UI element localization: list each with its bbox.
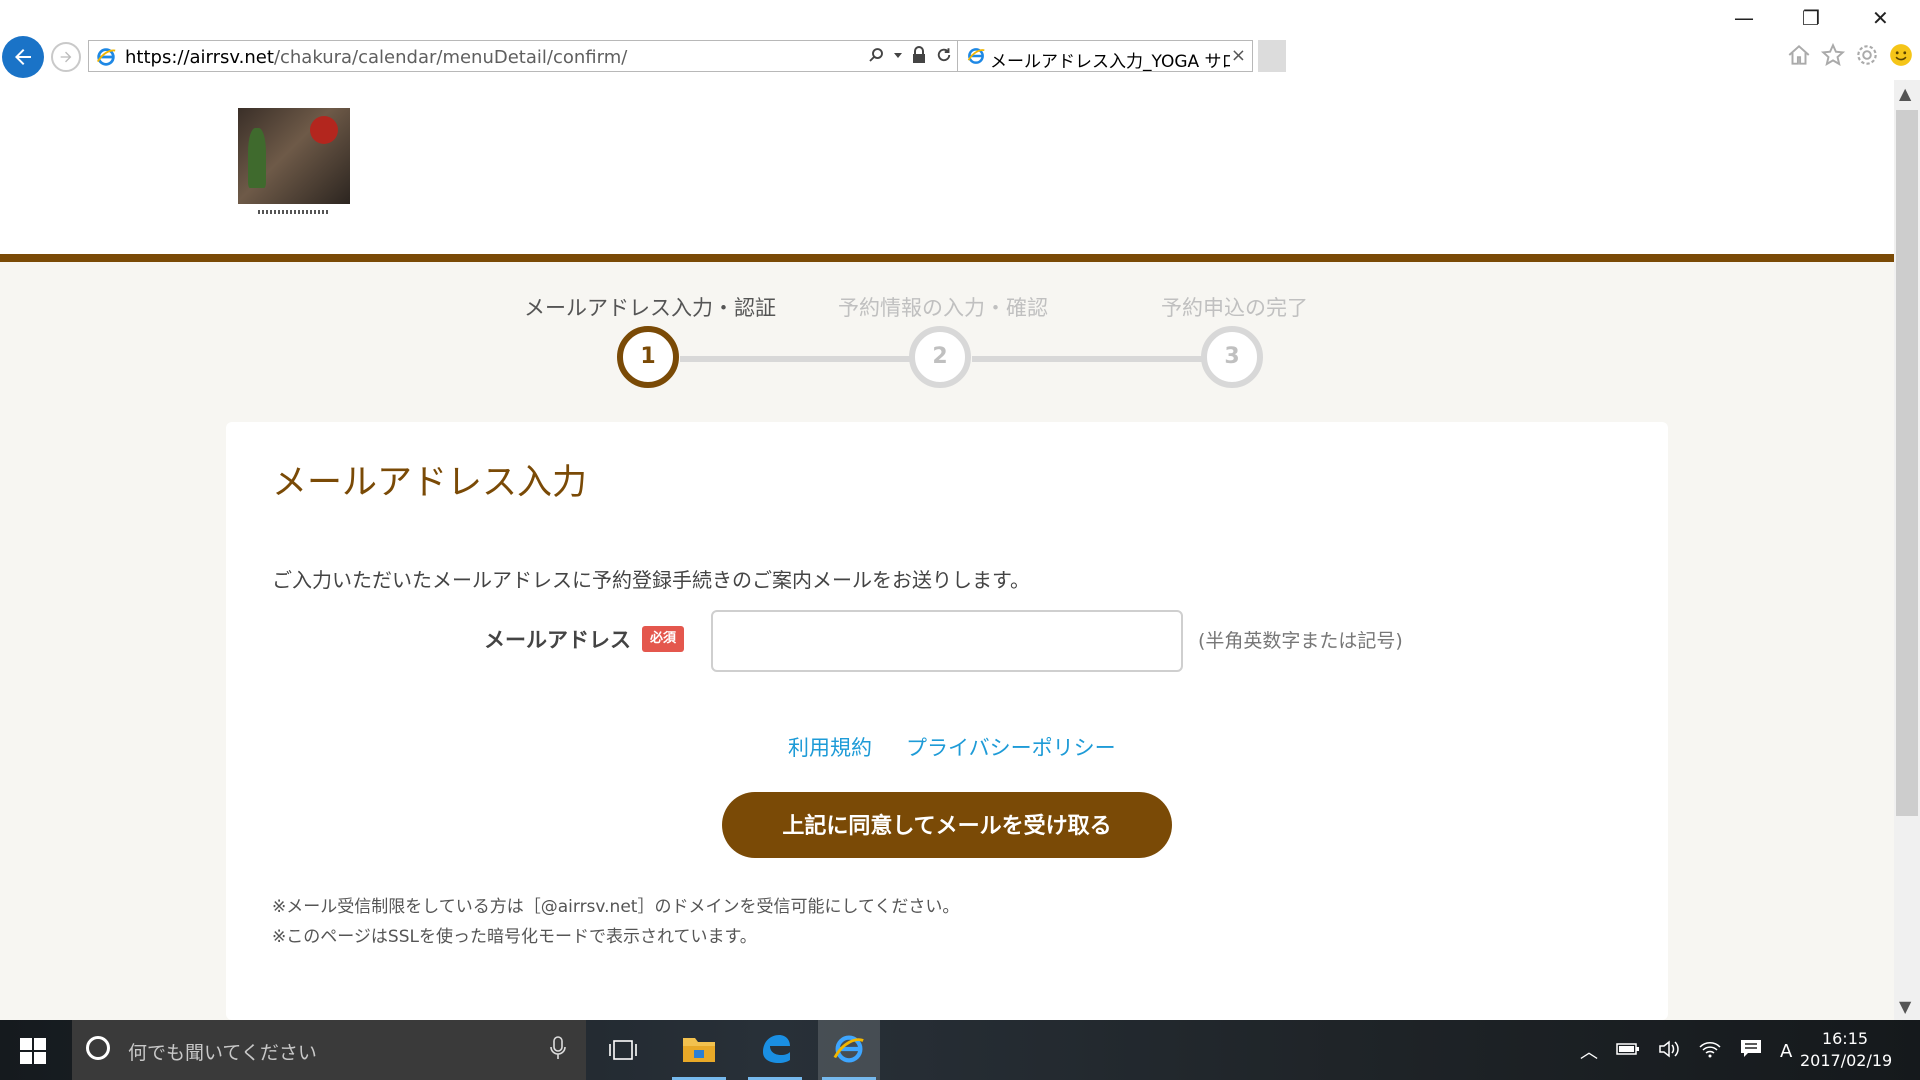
cortana-icon: [86, 1036, 110, 1060]
email-hint: (半角英数字または記号): [1198, 630, 1403, 652]
salon-logo[interactable]: [238, 108, 350, 204]
scroll-thumb[interactable]: [1896, 110, 1918, 816]
lock-icon[interactable]: [911, 46, 927, 64]
step-2-label: 予約情報の入力・確認: [838, 296, 1048, 320]
email-label: メールアドレス: [484, 628, 631, 652]
step-connector: [972, 356, 1234, 362]
intro-text: ご入力いただいたメールアドレスに予約登録手続きのご案内メールをお送りします。: [272, 568, 1030, 592]
cortana-search-box[interactable]: 何でも聞いてください: [72, 1020, 586, 1080]
clock-time: 16:15: [1821, 1029, 1869, 1048]
restore-button[interactable]: ❐: [1802, 6, 1820, 30]
step-3-label: 予約申込の完了: [1161, 296, 1308, 320]
browser-chrome: https://airrsv.net/chakura/calendar/menu…: [0, 0, 1920, 80]
battery-icon[interactable]: [1616, 1041, 1640, 1062]
new-tab-button[interactable]: [1258, 40, 1286, 72]
step-1-circle: 1: [617, 326, 679, 388]
url-domain: https://airrsv.net: [125, 47, 274, 68]
scroll-up-icon[interactable]: ▲: [1899, 84, 1911, 103]
system-clock[interactable]: 16:15 2017/02/19: [1800, 1028, 1893, 1072]
system-tray: ︿ A: [1580, 1038, 1792, 1064]
site-header: [0, 80, 1894, 254]
browser-tab[interactable]: メールアドレス入力_YOGA サロン... ×: [958, 40, 1253, 72]
folder-icon: [683, 1038, 715, 1062]
search-placeholder: 何でも聞いてください: [128, 1042, 317, 1064]
step-3-circle: 3: [1201, 326, 1263, 388]
windows-icon: [20, 1038, 46, 1064]
taskbar-internet-explorer[interactable]: [818, 1020, 880, 1080]
page-title: メールアドレス入力: [272, 463, 588, 503]
required-badge: 必須: [642, 626, 684, 652]
microphone-icon[interactable]: [550, 1036, 566, 1064]
ie-icon: [96, 48, 116, 66]
back-button[interactable]: [2, 36, 44, 78]
close-window-button[interactable]: ✕: [1872, 6, 1889, 30]
back-icon: [15, 49, 31, 65]
forward-icon: [60, 51, 72, 63]
clock-date: 2017/02/19: [1800, 1051, 1893, 1070]
note-domain: ※メール受信制限をしている方は［@airrsv.net］のドメインを受信可能にし…: [272, 897, 960, 917]
minimize-button[interactable]: —: [1734, 6, 1754, 30]
taskbar: 何でも聞いてください ︿ A 16:15 2017/02/19: [0, 1020, 1920, 1080]
search-icon[interactable]: [867, 46, 885, 64]
logo-plant: [248, 128, 266, 188]
task-view-icon: [609, 1040, 637, 1060]
url-text: https://airrsv.net/chakura/calendar/menu…: [125, 47, 627, 68]
step-2-circle: 2: [909, 326, 971, 388]
volume-icon[interactable]: [1658, 1039, 1680, 1064]
agree-submit-button[interactable]: 上記に同意してメールを受け取る: [722, 792, 1172, 858]
email-input[interactable]: [711, 610, 1183, 672]
start-button[interactable]: [20, 1038, 46, 1068]
task-view-button[interactable]: [608, 1038, 638, 1066]
gear-icon[interactable]: [1854, 42, 1880, 72]
tab-title: メールアドレス入力_YOGA サロン...: [990, 52, 1230, 72]
email-form-card: メールアドレス入力 ご入力いただいたメールアドレスに予約登録手続きのご案内メール…: [226, 422, 1668, 1020]
home-icon[interactable]: [1786, 42, 1812, 72]
url-path: /chakura/calendar/menuDetail/confirm/: [273, 47, 628, 68]
wifi-icon[interactable]: [1698, 1039, 1722, 1064]
ie-icon: [967, 48, 985, 64]
refresh-icon[interactable]: [935, 46, 953, 64]
taskbar-edge[interactable]: [744, 1020, 806, 1080]
policy-links: 利用規約 プライバシーポリシー: [788, 732, 1150, 762]
star-icon[interactable]: [1820, 42, 1846, 72]
edge-icon: [763, 1035, 790, 1063]
address-bar[interactable]: https://airrsv.net/chakura/calendar/menu…: [88, 40, 958, 72]
note-ssl: ※このページはSSLを使った暗号化モードで表示されています。: [272, 927, 757, 947]
chevron-up-icon[interactable]: ︿: [1580, 1038, 1598, 1064]
taskbar-explorer[interactable]: [668, 1020, 730, 1080]
brand-divider: [0, 254, 1894, 262]
page-scrollbar[interactable]: ▲ ▼: [1894, 80, 1920, 1020]
notification-icon[interactable]: [1740, 1039, 1762, 1064]
forward-button[interactable]: [51, 42, 81, 72]
dropdown-arrow-icon[interactable]: [893, 46, 903, 64]
step-connector: [680, 356, 942, 362]
ie-icon: [833, 1035, 864, 1063]
scroll-down-icon[interactable]: ▼: [1899, 997, 1911, 1016]
privacy-policy-link[interactable]: プライバシーポリシー: [906, 736, 1116, 760]
ime-indicator[interactable]: A: [1780, 1041, 1792, 1062]
smiley-icon[interactable]: [1888, 42, 1914, 72]
step-1-label: メールアドレス入力・認証: [524, 296, 776, 320]
logo-caption: [258, 210, 328, 214]
tab-close-button[interactable]: ×: [1231, 45, 1246, 66]
terms-link[interactable]: 利用規約: [788, 736, 872, 760]
